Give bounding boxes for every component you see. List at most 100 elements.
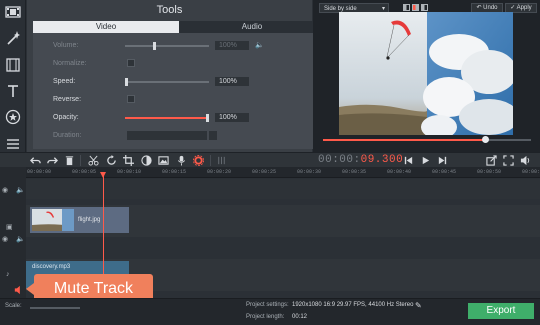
list-menu-icon[interactable] [3, 134, 23, 154]
volume-slider[interactable] [125, 42, 209, 50]
star-sticker-icon[interactable] [3, 107, 23, 127]
speaker-icon: 🔈 [255, 42, 264, 49]
eye-icon[interactable]: ◉ [2, 186, 8, 194]
project-settings-label: Project settings: [246, 302, 289, 308]
gear-icon[interactable] [191, 153, 205, 167]
cut-icon[interactable] [86, 153, 100, 167]
trash-icon[interactable] [62, 153, 76, 167]
reverse-label: Reverse: [53, 96, 82, 103]
ruler-tick-label: 00:00:40 [387, 169, 412, 175]
reverse-checkbox[interactable] [127, 95, 135, 103]
timecode-prefix: 00:00: [318, 154, 361, 166]
ruler-tick-label: 00:00:50 [477, 169, 502, 175]
apply-label: Apply [516, 5, 532, 11]
opacity-slider-fill [125, 117, 207, 119]
grip-icon [214, 153, 228, 167]
microphone-icon[interactable] [174, 153, 188, 167]
speed-slider-knob[interactable] [125, 78, 128, 86]
speaker-icon[interactable]: 🔈 [16, 235, 25, 243]
timecode-display: 00:00:09.300 [318, 154, 403, 166]
filmstrip-icon[interactable] [3, 55, 23, 75]
speaker-icon[interactable]: 🔈 [16, 186, 25, 194]
preview-progress-knob[interactable] [482, 136, 490, 143]
music-note-icon: ♪ [6, 271, 10, 278]
timecode-seconds: 09.300 [360, 154, 404, 166]
redo-icon[interactable] [45, 153, 59, 167]
snapshot-icon[interactable] [484, 153, 498, 167]
eye-icon[interactable]: ◉ [2, 235, 8, 243]
opacity-label: Opacity: [53, 114, 79, 121]
preview-panel: Side by side ▾ ↶ Undo ✓ Apply [313, 0, 540, 152]
ruler-tick-label: 00:00:45 [432, 169, 457, 175]
project-settings-value: 1920x1080 16:9 29.97 FPS, 44100 Hz Stere… [292, 302, 414, 308]
normalize-checkbox[interactable] [127, 59, 135, 67]
undo-label: Undo [483, 5, 498, 11]
opacity-value[interactable]: 100% [215, 113, 249, 122]
ruler-tick-label: 00:00:35 [342, 169, 367, 175]
crop-icon[interactable] [121, 153, 135, 167]
skip-back-icon[interactable] [401, 153, 415, 167]
ruler-tick-label: 00:00:00 [27, 169, 52, 175]
ruler-tick-label: 00:00:15 [162, 169, 187, 175]
property-tabs: Video Audio [33, 21, 325, 33]
preview-progress-bar[interactable] [323, 136, 531, 143]
color-adjust-icon[interactable] [139, 153, 153, 167]
preview-progress-fill [323, 139, 486, 141]
tooltip-text: Mute Track [53, 280, 134, 297]
volume-value: 100% [215, 41, 249, 50]
play-icon[interactable] [418, 153, 432, 167]
speed-slider[interactable] [125, 78, 209, 86]
compare-icon[interactable] [421, 4, 428, 11]
magic-wand-icon[interactable] [3, 28, 23, 48]
video-clip-name: flight.jpg [78, 217, 101, 223]
skip-forward-icon[interactable] [435, 153, 449, 167]
ruler-tick-label: 00:00:05 [72, 169, 97, 175]
normalize-label: Normalize: [53, 60, 87, 67]
rotate-icon[interactable] [104, 153, 118, 167]
edit-toolbar: 00:00:09.300 [0, 152, 540, 167]
ruler-tick-label: 00:00:10 [117, 169, 142, 175]
tab-video[interactable]: Video [33, 21, 179, 33]
playhead-handle[interactable] [100, 172, 106, 178]
project-length-label: Project length: [246, 314, 285, 320]
ruler-tick-label: 00:00:30 [297, 169, 322, 175]
toolbar-divider [80, 155, 81, 166]
film-import-icon[interactable] [3, 2, 23, 22]
video-clip[interactable]: flight.jpg [30, 207, 129, 233]
panel-title: Tools [156, 4, 183, 16]
duration-field [127, 131, 207, 140]
speed-label: Speed: [53, 78, 76, 85]
preview-image [339, 12, 513, 135]
speed-value[interactable]: 100% [215, 77, 249, 86]
ruler-tick-label: 00:00:55 [522, 169, 540, 175]
ruler-tick-label: 00:00:25 [252, 169, 277, 175]
ruler-tick-label: 00:00:20 [207, 169, 232, 175]
split-view-icon[interactable] [403, 4, 410, 11]
text-title-icon[interactable] [3, 81, 23, 101]
overlay-track-icon: ▣ [6, 224, 13, 231]
scale-label: Scale: [5, 303, 22, 309]
export-button[interactable]: Export [468, 303, 534, 319]
volume-slider-knob[interactable] [153, 42, 156, 50]
duration-label: Duration: [53, 132, 82, 139]
side-by-side-icon[interactable] [412, 4, 419, 11]
fullscreen-icon[interactable] [501, 153, 515, 167]
toolbar-divider [210, 155, 211, 166]
opacity-slider[interactable] [125, 114, 209, 122]
scale-slider[interactable] [30, 307, 80, 309]
footer-bar: Scale: Project settings: 1920x1080 16:9 … [0, 298, 540, 325]
undo-icon[interactable] [28, 153, 42, 167]
mute-speaker-icon[interactable] [14, 285, 24, 295]
volume-icon[interactable] [518, 153, 532, 167]
pencil-icon[interactable]: ✎ [415, 301, 422, 310]
duration-stepper [209, 131, 217, 140]
video-properties: Volume: 100% 🔈 Normalize: Speed: 100% Re… [33, 33, 325, 149]
tab-audio[interactable]: Audio [179, 21, 325, 33]
clip-thumbnail [32, 209, 74, 231]
image-icon[interactable] [156, 153, 170, 167]
audio-clip-name: discovery.mp3 [32, 264, 71, 270]
volume-label: Volume: [53, 42, 79, 49]
tool-strip [0, 0, 26, 152]
opacity-slider-knob[interactable] [206, 114, 209, 122]
track-header-column: ◉ 🔈 ▣ ◉ 🔈 ♪ [0, 167, 26, 298]
